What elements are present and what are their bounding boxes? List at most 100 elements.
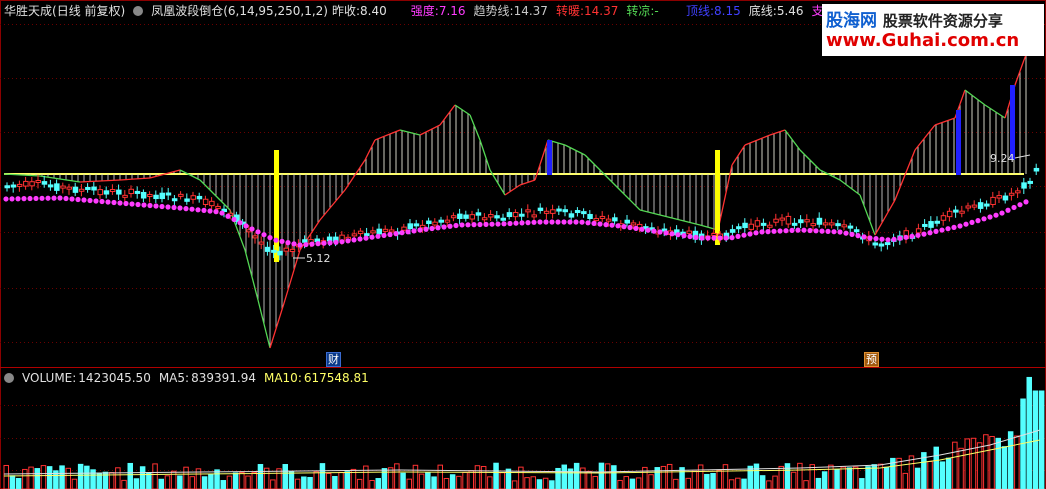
candle-body — [804, 219, 810, 223]
candle-body — [779, 217, 785, 221]
volume-bar — [9, 475, 16, 489]
ma-dot — [459, 222, 465, 228]
volume-menu-icon[interactable] — [4, 373, 14, 383]
volume-bar — [462, 471, 468, 489]
ma-dot — [513, 220, 519, 226]
volume-bar — [294, 478, 301, 489]
candle-body — [401, 226, 407, 231]
candle-body — [271, 249, 277, 253]
volume-bar — [518, 466, 524, 489]
candle-body — [457, 213, 463, 219]
ma-dot — [189, 206, 195, 212]
volume-bar — [456, 475, 462, 489]
ma-dot — [435, 225, 441, 231]
volume-bar — [239, 471, 245, 489]
ma-dot — [1011, 204, 1017, 211]
ma-dot — [567, 219, 573, 225]
wave-segment — [604, 174, 626, 196]
volume-bar — [629, 478, 636, 489]
indicator-name[interactable]: 凤凰波段倒仓(6,14,95,250,1,2) — [151, 4, 328, 18]
candle-body — [500, 217, 506, 221]
ma-dot — [525, 220, 531, 226]
volume-bar — [797, 462, 803, 489]
ma-dot — [795, 227, 801, 233]
candle-body — [562, 209, 568, 213]
candle-body — [97, 189, 103, 196]
volume-bar — [133, 478, 140, 489]
volume-bar — [319, 463, 326, 489]
volume-bar — [214, 469, 220, 489]
forecast-tag[interactable]: 预 — [864, 352, 879, 367]
ma-dot — [399, 230, 405, 236]
volume-bar — [536, 479, 543, 489]
ma-dot — [639, 226, 645, 232]
volume-bar — [617, 479, 623, 489]
candle-body — [1002, 195, 1009, 201]
candle-body — [512, 211, 519, 218]
candle-body — [202, 198, 209, 205]
candle-body — [525, 209, 531, 213]
volume-bar — [480, 465, 487, 489]
candle-body — [934, 220, 940, 224]
ma-dot — [771, 228, 777, 234]
ma-dot — [903, 234, 909, 240]
volume-bar — [59, 465, 65, 489]
ma-dot — [531, 219, 537, 225]
volume-bar — [406, 478, 412, 489]
candle-body — [556, 208, 562, 212]
ma-dot — [1023, 199, 1029, 205]
chart-canvas[interactable] — [0, 0, 1046, 489]
ma-dot — [885, 237, 891, 243]
volume-bar — [970, 437, 977, 489]
ma-dot — [267, 235, 273, 241]
ma-dot — [21, 196, 27, 202]
candle-body — [791, 222, 798, 226]
candle-body — [4, 185, 10, 189]
candle-body — [928, 221, 934, 228]
candle-body — [475, 212, 482, 216]
moving-average-dots — [3, 195, 1029, 248]
volume-bar — [834, 469, 840, 489]
ma-dot — [363, 235, 369, 241]
ma-dot — [765, 229, 771, 235]
volume-bar — [28, 466, 34, 489]
wave-segment — [659, 214, 681, 221]
watermark-url: www.Guhai.com.cn — [826, 30, 1020, 51]
volume-bar — [40, 465, 47, 489]
volume-bar — [896, 457, 902, 489]
volume-bar — [34, 468, 40, 489]
finance-report-tag[interactable]: 财 — [326, 352, 341, 367]
volume-bar — [821, 471, 828, 489]
candle-body — [1015, 190, 1021, 194]
ma-dot — [933, 228, 939, 234]
ma-dot — [51, 195, 57, 201]
stock-name[interactable]: 华胜天成 — [4, 4, 52, 18]
ma-dot — [201, 207, 207, 213]
volume-bar — [208, 473, 214, 489]
ma-dot — [693, 234, 699, 240]
candle-body — [85, 186, 91, 190]
volume-bar — [412, 464, 419, 489]
volume-bar — [908, 455, 915, 489]
volume-bar — [270, 479, 276, 489]
volume-bar — [288, 471, 295, 489]
volume-bar — [425, 472, 431, 489]
volume-bar — [301, 476, 307, 489]
candle-body — [884, 242, 891, 246]
ma-dot — [945, 226, 951, 232]
wave-segment — [79, 179, 121, 183]
candle-body — [574, 210, 581, 214]
volume-bar — [220, 480, 226, 489]
volume-label: VOLUME: — [22, 371, 77, 385]
ma-dot — [963, 221, 969, 227]
wave-segment — [119, 177, 151, 181]
candle-body — [196, 195, 203, 200]
ma-dot — [147, 202, 153, 209]
ma-dot — [663, 230, 669, 236]
ma-dot — [69, 196, 75, 202]
ma-dot — [81, 197, 87, 203]
indicator-menu-icon[interactable] — [133, 6, 144, 16]
candle-body — [140, 191, 147, 199]
volume-bar — [369, 479, 375, 489]
ma-dot — [651, 228, 657, 234]
